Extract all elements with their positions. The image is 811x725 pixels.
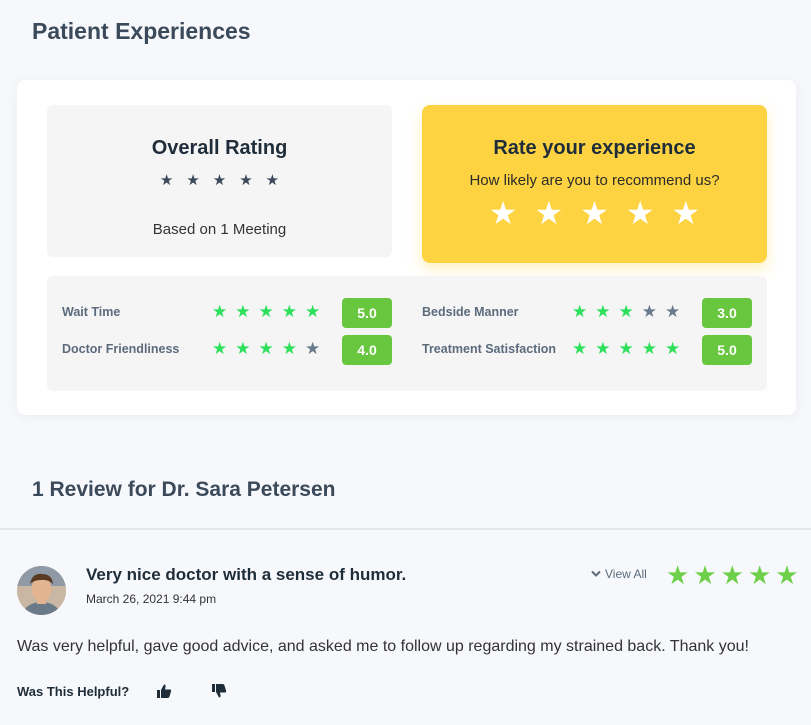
metric-score-badge: 5.0 xyxy=(342,298,392,328)
star-icon: ★ xyxy=(775,560,799,590)
metric-stars: ★ ★ ★ ★ ★ xyxy=(572,340,680,357)
review-stars: ★ ★ ★ ★ ★ xyxy=(666,562,799,588)
star-icon: ★ xyxy=(305,339,321,358)
star-icon: ★ xyxy=(281,302,297,321)
star-icon: ★ xyxy=(665,302,681,321)
metric-doctor-friendliness: Doctor Friendliness ★ ★ ★ ★ ★ 4.0 xyxy=(62,335,392,365)
divider xyxy=(0,528,811,530)
overall-rating-title: Overall Rating xyxy=(151,137,288,159)
metric-score-badge: 3.0 xyxy=(702,298,752,328)
star-icon: ★ xyxy=(258,302,274,321)
star-icon: ★ xyxy=(305,302,321,321)
star-icon: ★ xyxy=(618,339,634,358)
star-icon: ★ xyxy=(665,339,681,358)
view-all-toggle[interactable]: View All xyxy=(591,567,647,581)
star-icon: ★ xyxy=(641,339,657,358)
reviews-heading: 1 Review for Dr. Sara Petersen xyxy=(32,478,336,501)
overall-rating-subtitle: Based on 1 Meeting xyxy=(152,221,287,238)
rate-star-3-icon[interactable]: ★ xyxy=(580,197,609,229)
metric-label: Doctor Friendliness xyxy=(62,342,180,356)
avatar xyxy=(17,566,66,615)
star-icon: ★ xyxy=(186,172,200,189)
metric-label: Treatment Satisfaction xyxy=(422,342,557,356)
star-icon: ★ xyxy=(720,560,744,590)
star-icon: ★ xyxy=(618,302,634,321)
star-icon: ★ xyxy=(595,302,611,321)
metric-score-badge: 5.0 xyxy=(702,335,752,365)
star-icon: ★ xyxy=(212,302,228,321)
star-icon: ★ xyxy=(235,339,251,358)
star-icon: ★ xyxy=(212,339,228,358)
star-icon: ★ xyxy=(212,172,227,189)
rate-experience-box: Rate your experience How likely are you … xyxy=(422,105,767,263)
metric-score-badge: 4.0 xyxy=(342,335,392,365)
metric-stars: ★ ★ ★ ★ ★ xyxy=(212,303,320,320)
star-icon: ★ xyxy=(641,302,657,321)
metric-stars: ★ ★ ★ ★ ★ xyxy=(212,340,320,357)
rate-stars: ★ ★ ★ ★ ★ xyxy=(422,197,767,229)
review-date: March 26, 2021 9:44 pm xyxy=(86,592,217,606)
star-icon: ★ xyxy=(572,339,588,358)
rate-star-4-icon[interactable]: ★ xyxy=(626,197,655,229)
rate-star-1-icon[interactable]: ★ xyxy=(489,197,518,229)
metric-label: Wait Time xyxy=(62,305,121,319)
overall-rating-box: Overall Rating ★ ★ ★ ★ ★ Based on 1 Meet… xyxy=(47,105,392,257)
overall-stars: ★ ★ ★ ★ ★ xyxy=(47,173,392,188)
star-icon: ★ xyxy=(265,172,280,189)
metric-label: Bedside Manner xyxy=(422,305,519,319)
star-icon: ★ xyxy=(235,302,251,321)
metric-wait-time: Wait Time ★ ★ ★ ★ ★ 5.0 xyxy=(62,298,392,328)
review-title: Very nice doctor with a sense of humor. xyxy=(86,565,407,584)
star-icon: ★ xyxy=(666,560,690,590)
rate-experience-title: Rate your experience xyxy=(493,137,696,159)
chevron-down-icon xyxy=(591,570,601,577)
star-icon: ★ xyxy=(159,172,174,189)
view-all-label: View All xyxy=(605,567,647,581)
star-icon: ★ xyxy=(595,339,611,358)
thumbs-up-icon[interactable] xyxy=(156,683,172,699)
metric-bedside-manner: Bedside Manner ★ ★ ★ ★ ★ 3.0 xyxy=(422,298,752,328)
rate-experience-subtitle: How likely are you to recommend us? xyxy=(469,172,720,189)
metric-treatment-satisfaction: Treatment Satisfaction ★ ★ ★ ★ ★ 5.0 xyxy=(422,335,752,365)
helpful-label: Was This Helpful? xyxy=(17,684,130,699)
metrics-panel: Wait Time ★ ★ ★ ★ ★ 5.0 Doctor Friendliness … xyxy=(47,276,767,391)
thumbs-down-icon[interactable] xyxy=(211,683,227,699)
star-icon: ★ xyxy=(747,560,772,590)
star-icon: ★ xyxy=(693,560,717,590)
rate-star-5-icon[interactable]: ★ xyxy=(672,197,701,229)
rate-star-2-icon[interactable]: ★ xyxy=(534,197,563,229)
star-icon: ★ xyxy=(572,302,588,321)
review-body: Was very helpful, gave good advice, and … xyxy=(17,638,749,655)
star-icon: ★ xyxy=(258,339,274,358)
metric-stars: ★ ★ ★ ★ ★ xyxy=(572,303,680,320)
page-title: Patient Experiences xyxy=(32,18,251,44)
star-icon: ★ xyxy=(239,172,253,189)
ratings-card: Overall Rating ★ ★ ★ ★ ★ Based on 1 Meet… xyxy=(17,80,796,415)
star-icon: ★ xyxy=(281,339,297,358)
